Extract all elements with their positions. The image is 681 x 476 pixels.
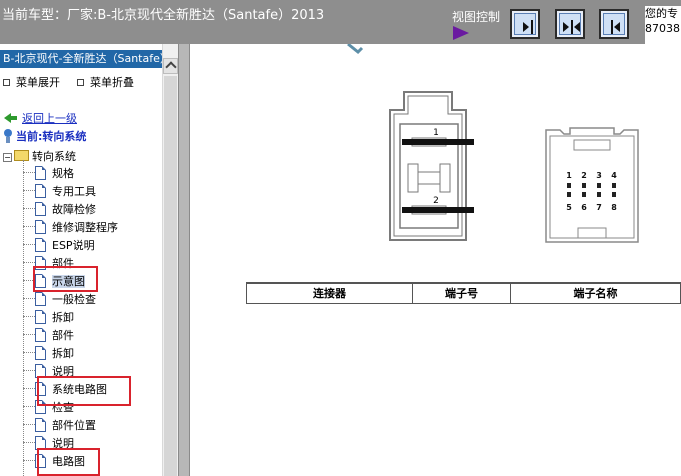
scroll-up-icon[interactable] — [163, 58, 178, 74]
pin-number: 8 — [611, 203, 617, 212]
document-icon — [35, 166, 46, 180]
connector-diagram: 1 2 1 2 3 4 5 6 7 8 — [347, 44, 639, 243]
folder-icon — [14, 150, 29, 161]
document-icon — [35, 328, 46, 342]
document-icon — [35, 184, 46, 198]
tree-item-label: 部件 — [52, 329, 74, 342]
tree-item[interactable]: ESP说明 — [23, 237, 95, 255]
expand-icon — [3, 79, 10, 86]
panel-right-icon — [514, 13, 536, 35]
tree-item[interactable]: 拆卸 — [23, 345, 74, 363]
panel-splitter[interactable] — [178, 44, 190, 476]
column-header-connector: 连接器 — [246, 282, 413, 304]
tree-item[interactable]: 一般检查 — [23, 291, 96, 309]
pin-1-contact — [402, 139, 474, 145]
view-control-label: 视图控制 — [452, 10, 501, 24]
current-location: 当前:转向系统 — [3, 128, 86, 144]
pin-label: 1 — [433, 128, 439, 138]
vehicle-selector[interactable]: B-北京现代-全新胜达（Santafe） — [0, 50, 162, 68]
annotation-box-schematic — [33, 266, 98, 292]
tree-item-label: 故障检修 — [52, 203, 96, 216]
triangle-icon — [453, 26, 469, 40]
tree-item[interactable]: 部件 — [23, 327, 74, 345]
tree-item-label: 专用工具 — [52, 185, 96, 198]
document-icon — [35, 310, 46, 324]
back-link-label[interactable]: 返回上一级 — [22, 112, 77, 125]
connector-2pin — [389, 91, 467, 241]
current-label: 当前:转向系统 — [16, 130, 87, 143]
pin-number: 6 — [581, 203, 587, 212]
connector-8pin — [545, 127, 639, 243]
tree-item[interactable]: 专用工具 — [23, 183, 96, 201]
document-icon — [35, 418, 46, 432]
panel-split-icon — [559, 13, 581, 35]
annotation-box-wiring — [37, 448, 100, 476]
collapse-label: 菜单折叠 — [90, 76, 134, 89]
tree-item-label: 一般检查 — [52, 293, 96, 306]
hide-right-panel-button[interactable] — [599, 9, 629, 39]
tree-item-label: 拆卸 — [52, 311, 74, 324]
tree-item-label: 维修调整程序 — [52, 221, 118, 234]
pin-contacts — [567, 183, 616, 197]
collapse-icon — [77, 79, 84, 86]
document-icon — [35, 292, 46, 306]
vehicle-title: 当前车型：厂家:B-北京现代全新胜达（Santafe）2013 — [2, 8, 325, 23]
tree-item[interactable]: 故障检修 — [23, 201, 96, 219]
panel-left-icon — [603, 13, 625, 35]
table-header-row: 连接器 端子号 端子名称 — [246, 282, 681, 304]
terminal-table: 连接器 端子号 端子名称 — [246, 282, 681, 304]
back-link[interactable]: 返回上一级 — [4, 110, 77, 126]
tree-item[interactable]: 规格 — [23, 165, 74, 183]
pin-label: 2 — [433, 196, 439, 206]
pin-number: 7 — [596, 203, 602, 212]
hide-left-panel-button[interactable] — [510, 9, 540, 39]
scrollbar-thumb[interactable] — [164, 76, 177, 476]
top-bar: 当前车型：厂家:B-北京现代全新胜达（Santafe）2013 视图控制 您的专… — [0, 0, 681, 44]
pin-number: 4 — [611, 171, 617, 180]
left-panel: B-北京现代-全新胜达（Santafe） 菜单展开 菜单折叠 返回上一级 当前:… — [0, 44, 162, 476]
collapse-menu-button[interactable]: 菜单折叠 — [77, 74, 134, 90]
tree-item[interactable]: 拆卸 — [23, 309, 74, 327]
folder-label: 转向系统 — [32, 150, 76, 163]
pin-number: 1 — [566, 171, 572, 180]
document-icon — [35, 346, 46, 360]
column-header-terminal-number: 端子号 — [412, 282, 511, 304]
tree-item-label: 拆卸 — [52, 347, 74, 360]
annotation-box-system-wiring — [37, 376, 131, 406]
location-pin-icon — [3, 129, 13, 143]
user-info-line1: 您的专 — [645, 7, 678, 20]
tree-item[interactable]: 部件位置 — [23, 417, 96, 435]
expand-label: 菜单展开 — [16, 76, 60, 89]
cursor-fragment — [347, 44, 364, 55]
document-icon — [35, 202, 46, 216]
pin-number: 2 — [581, 171, 587, 180]
column-header-terminal-name: 端子名称 — [510, 282, 681, 304]
left-scrollbar[interactable] — [162, 44, 178, 476]
split-view-button[interactable] — [555, 9, 585, 39]
tree-item-label: 部件位置 — [52, 419, 96, 432]
document-icon — [35, 220, 46, 234]
collapse-toggle-icon[interactable]: − — [3, 153, 12, 162]
back-arrow-icon — [4, 113, 18, 123]
pin-number: 5 — [566, 203, 572, 212]
pin-2-contact — [402, 207, 474, 213]
tree-item[interactable]: 维修调整程序 — [23, 219, 118, 237]
pin-number: 3 — [596, 171, 602, 180]
content-panel: 1 2 1 2 3 4 5 6 7 8 连接器 端子号 端子名称 — [190, 44, 681, 476]
user-info: 您的专 87038 — [645, 6, 681, 44]
user-info-line2: 87038 — [645, 22, 680, 35]
expand-menu-button[interactable]: 菜单展开 — [3, 74, 60, 90]
tree-item-label: ESP说明 — [52, 239, 95, 252]
tree-folder[interactable]: − 转向系统 — [3, 148, 76, 164]
document-icon — [35, 238, 46, 252]
tree-item-label: 规格 — [52, 167, 74, 180]
pin-numbers: 1 2 3 4 5 6 7 8 — [566, 171, 617, 212]
